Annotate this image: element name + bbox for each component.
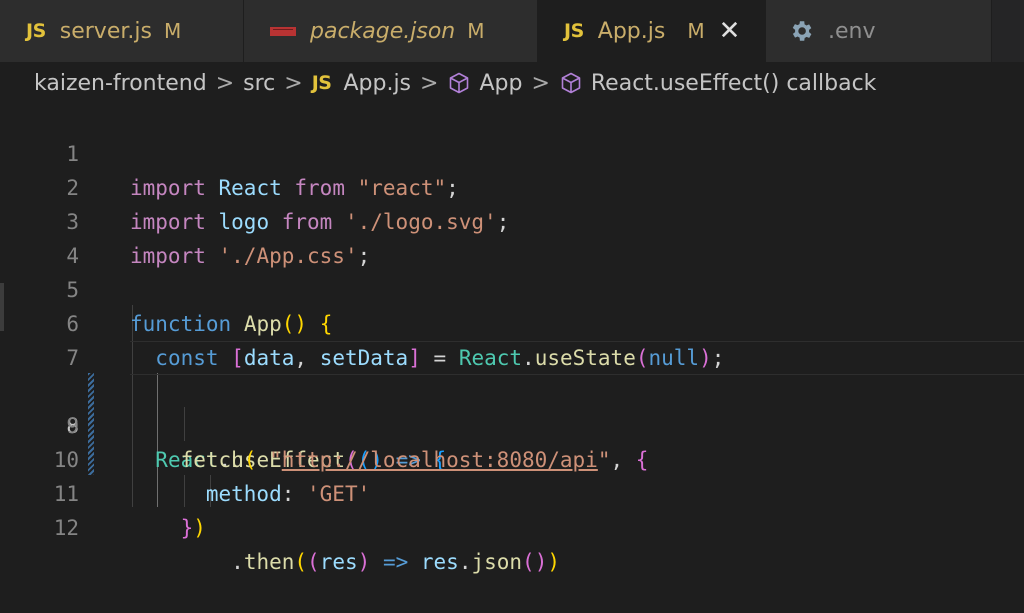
breadcrumb-callback[interactable]: React.useEffect() callback — [591, 71, 877, 96]
code-line-current: 8 React.useEffect(() => { — [0, 341, 1024, 472]
line-number: 12 — [53, 516, 79, 540]
tab-package-json[interactable]: package.json M — [244, 0, 538, 62]
code-line: 7 — [0, 307, 1024, 370]
code-line: 6 const [data, setData] = React.useState… — [0, 273, 1024, 370]
chevron-right-icon: > — [420, 70, 439, 96]
breadcrumb: kaizen-frontend > src > JS App.js > App … — [0, 64, 1024, 102]
tab-server-js[interactable]: JS server.js M — [0, 0, 244, 62]
chevron-right-icon: > — [531, 70, 550, 96]
tab-label: .env — [828, 18, 876, 44]
gear-icon — [788, 18, 814, 44]
breadcrumb-project[interactable]: kaizen-frontend — [34, 71, 207, 96]
code-line: 2 import logo from './logo.svg'; — [0, 137, 1024, 234]
code-line: 4 — [0, 205, 1024, 268]
code-line: 11 }) — [0, 443, 1024, 540]
editor-tab-bar: JS server.js M package.json M JS App.js … — [0, 0, 1024, 62]
tab-label: App.js — [597, 18, 666, 44]
code-line: 5 function App() { — [0, 239, 1024, 336]
code-line: 9 fetch( "http://localhost:8080/api", { — [0, 375, 1024, 472]
npm-icon — [270, 26, 296, 36]
code-line: 10 method: 'GET' — [0, 409, 1024, 506]
breadcrumb-folder[interactable]: src — [243, 71, 275, 96]
code-editor[interactable]: 1 import React from "react"; 2 import lo… — [0, 103, 1024, 574]
js-file-icon: JS — [311, 72, 332, 94]
modified-indicator: M — [467, 19, 485, 43]
chevron-right-icon: > — [284, 70, 303, 96]
close-tab-icon[interactable]: ✕ — [719, 18, 741, 44]
modified-indicator: M — [163, 19, 182, 43]
tab-label: server.js — [59, 18, 152, 44]
tab-bar-empty-area — [992, 0, 1024, 62]
symbol-cube-icon — [447, 71, 471, 95]
js-file-icon: JS — [26, 20, 46, 42]
symbol-cube-icon — [559, 71, 583, 95]
breadcrumb-symbol[interactable]: App — [479, 71, 522, 96]
js-file-icon: JS — [564, 20, 584, 42]
modified-indicator: M — [687, 19, 705, 43]
code-line: 3 import './App.css'; — [0, 171, 1024, 268]
tab-env[interactable]: .env — [766, 0, 992, 62]
tab-label: package.json — [310, 18, 456, 44]
code-line: 1 import React from "react"; — [0, 103, 1024, 200]
tab-app-js[interactable]: JS App.js M ✕ — [538, 0, 766, 62]
code-line: 12 .then((res) => res.json()) — [0, 477, 1024, 574]
chevron-right-icon: > — [215, 70, 235, 96]
breadcrumb-file[interactable]: App.js — [343, 71, 411, 96]
